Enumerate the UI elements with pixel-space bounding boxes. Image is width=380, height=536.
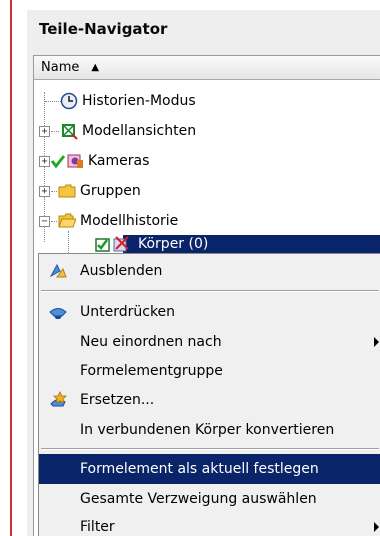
tree-item-label: Gruppen — [80, 183, 141, 199]
expand-icon[interactable]: + — [39, 155, 50, 167]
clock-icon — [60, 92, 78, 110]
collapse-icon[interactable]: − — [39, 215, 50, 227]
hide-icon — [48, 261, 68, 281]
body-row-icons — [94, 233, 130, 255]
tree-connector — [51, 190, 57, 192]
tree-connector — [45, 101, 61, 102]
tree-item-history-mode[interactable]: Historien-Modus — [60, 86, 196, 116]
menu-item-label: Ersetzen... — [80, 392, 155, 408]
menu-item-label: Unterdrücken — [80, 304, 176, 320]
menu-item-label: Formelementgruppe — [80, 363, 223, 379]
tree-item-label: Historien-Modus — [82, 93, 196, 109]
tree-connector — [51, 220, 57, 222]
tree-item-label: Modellansichten — [82, 123, 197, 139]
expand-icon[interactable]: + — [39, 125, 50, 137]
menu-item-convert-linked-body[interactable]: In verbundenen Körper konvertieren — [39, 415, 380, 445]
replace-icon — [48, 390, 68, 410]
menu-item-replace[interactable]: Ersetzen... — [39, 385, 380, 415]
menu-item-label: Ausblenden — [80, 263, 163, 279]
panel-title: Teile-Navigator — [39, 20, 168, 38]
tree-connector — [51, 130, 59, 132]
tree-item-label: Modellhistorie — [80, 213, 179, 229]
menu-item-filter[interactable]: Filter — [39, 512, 380, 536]
tree-item-label: Körper (0) — [138, 236, 209, 252]
menu-item-label: Gesamte Verzweigung auswählen — [80, 491, 317, 507]
check-box-icon — [94, 235, 112, 253]
menu-item-hide[interactable]: Ausblenden — [39, 256, 380, 286]
menu-item-label: Formelement als aktuell festlegen — [80, 461, 319, 477]
menu-separator — [41, 448, 379, 450]
sort-ascending-icon: ▲ — [91, 62, 100, 73]
menu-item-reorder-after[interactable]: Neu einordnen nach — [39, 327, 380, 357]
tree-item-model-history[interactable]: − Modellhistorie — [39, 206, 178, 236]
column-header-name[interactable]: Name ▲ — [34, 56, 380, 80]
menu-separator — [41, 290, 379, 292]
tree-item-groups[interactable]: + Gruppen — [39, 176, 141, 206]
model-views-icon — [60, 122, 78, 140]
menu-item-label: In verbundenen Körper konvertieren — [80, 422, 335, 438]
menu-item-select-whole-branch[interactable]: Gesamte Verzweigung auswählen — [39, 484, 380, 514]
menu-item-feature-group[interactable]: Formelementgruppe — [39, 356, 380, 386]
submenu-arrow-icon — [374, 337, 379, 347]
tree-item-cameras[interactable]: + Kameras — [39, 146, 149, 176]
tree-item-model-views[interactable]: + Modellansichten — [39, 116, 196, 146]
checkmark-icon — [50, 152, 66, 170]
submenu-arrow-icon — [374, 522, 379, 532]
expand-icon[interactable]: + — [39, 185, 50, 197]
folder-open-icon — [58, 212, 76, 230]
column-header-label: Name — [41, 60, 80, 75]
menu-item-suppress[interactable]: Unterdrücken — [39, 297, 380, 327]
camera-icon — [66, 152, 84, 170]
menu-item-make-current-feature[interactable]: Formelement als aktuell festlegen — [39, 454, 380, 484]
body-icon — [112, 235, 130, 253]
folder-icon — [58, 182, 76, 200]
left-border-accent — [10, 0, 12, 536]
menu-item-label: Filter — [80, 519, 115, 535]
context-menu: Ausblenden Unterdrücken Neu einordnen na… — [38, 253, 380, 536]
suppress-icon — [48, 302, 68, 322]
menu-item-label: Neu einordnen nach — [80, 334, 222, 350]
tree-item-label: Kameras — [88, 153, 150, 169]
